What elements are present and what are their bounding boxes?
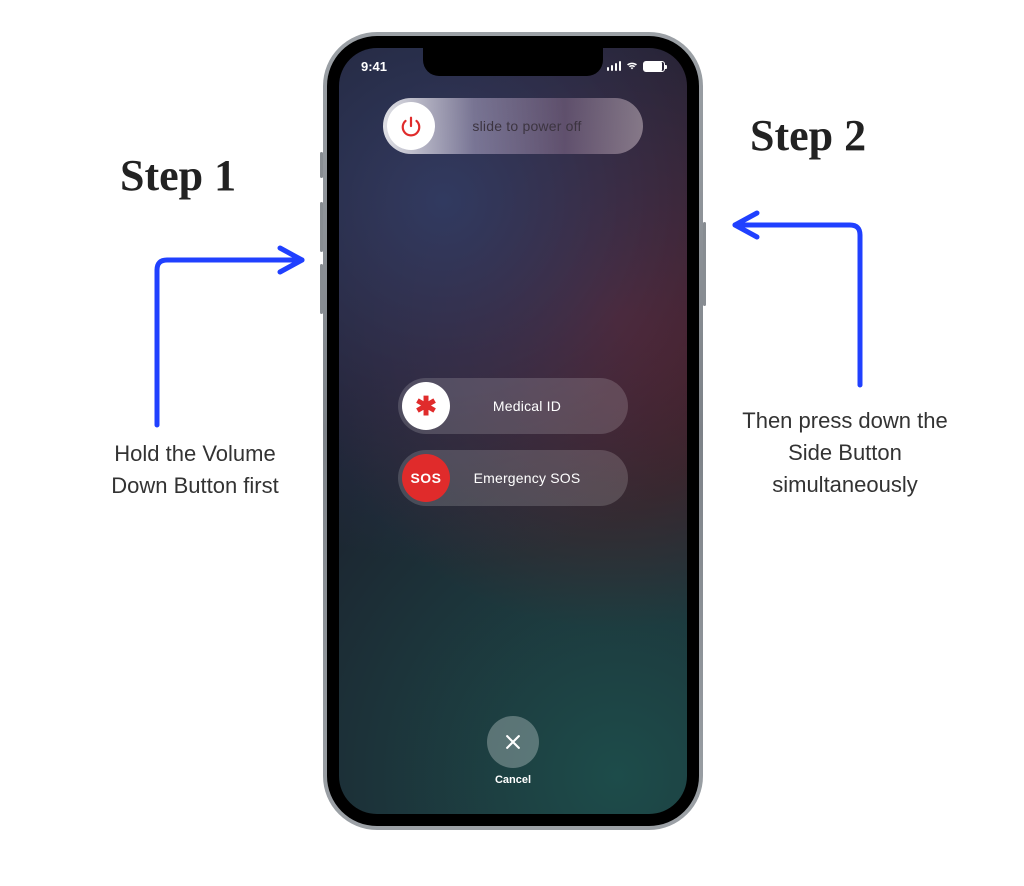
cancel-label: Cancel (495, 774, 531, 786)
power-icon[interactable] (387, 102, 435, 150)
step1-text: Hold the Volume Down Button first (100, 438, 290, 502)
sos-icon[interactable]: SOS (402, 454, 450, 502)
battery-icon (643, 61, 665, 72)
iphone-bezel: 9:41 slide to power off (327, 36, 699, 826)
step2-arrow (710, 175, 895, 390)
iphone-screen: 9:41 slide to power off (339, 48, 687, 814)
status-right (607, 59, 666, 74)
step1-arrow (142, 215, 327, 430)
close-icon (503, 732, 523, 752)
medical-asterisk-icon[interactable]: ✱ (402, 382, 450, 430)
side-button[interactable] (703, 222, 706, 306)
emergency-sos-label: Emergency SOS (450, 470, 624, 486)
step2-text: Then press down the Side Button simultan… (740, 405, 950, 501)
step1-heading: Step 1 (120, 150, 236, 201)
cellular-signal-icon (607, 61, 622, 71)
emergency-sos-slider[interactable]: SOS Emergency SOS (398, 450, 628, 506)
iphone-notch (423, 48, 603, 76)
wifi-icon (625, 59, 639, 74)
medical-id-slider[interactable]: ✱ Medical ID (398, 378, 628, 434)
mute-switch[interactable] (320, 152, 323, 178)
cancel-group: Cancel (487, 716, 539, 786)
power-off-slider[interactable]: slide to power off (383, 98, 643, 154)
step2-heading: Step 2 (750, 110, 866, 161)
iphone-frame: 9:41 slide to power off (323, 32, 703, 830)
power-off-label: slide to power off (435, 118, 639, 134)
status-time: 9:41 (361, 59, 387, 74)
medical-id-label: Medical ID (450, 398, 624, 414)
cancel-button[interactable] (487, 716, 539, 768)
